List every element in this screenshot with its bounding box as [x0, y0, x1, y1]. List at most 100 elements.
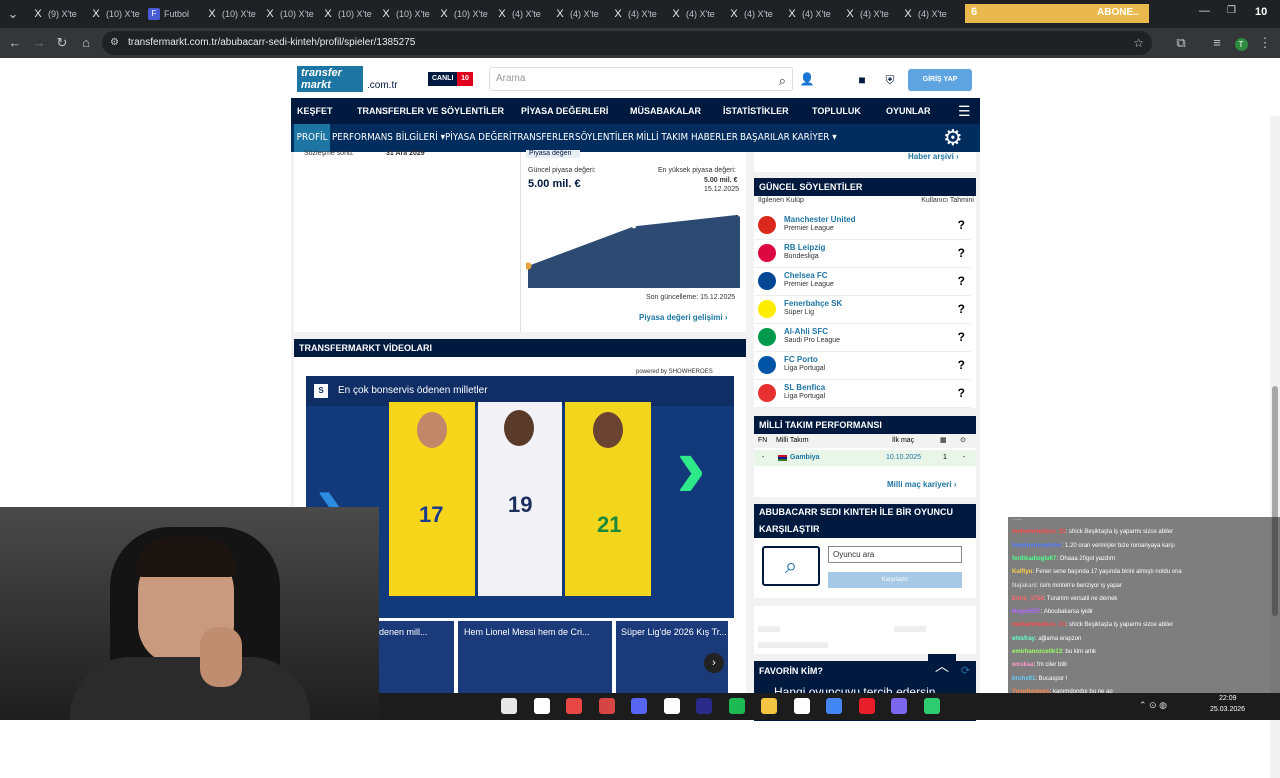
back-icon[interactable]: ← — [6, 34, 24, 52]
sub-nav-item[interactable]: KARİYER ▾ — [792, 124, 837, 152]
sub-nav-item[interactable]: PİYASA DEĞERİ — [445, 124, 512, 152]
national-career-link[interactable]: Milli maç kariyeri › — [887, 480, 956, 489]
club-name[interactable]: Fenerbahçe SK — [784, 299, 842, 308]
video-thumb[interactable]: Hem Lionel Messi hem de Cri... — [458, 621, 612, 693]
main-nav-item[interactable]: PİYASA DEĞERLERİ — [521, 98, 608, 124]
folder-icon[interactable] — [761, 698, 777, 714]
clock-time[interactable]: 22:09 — [1219, 695, 1237, 702]
record-icon[interactable] — [598, 698, 615, 714]
browser-tab[interactable]: X (10) X'te — [434, 4, 490, 24]
national-team-link[interactable]: Gambiya — [790, 450, 820, 466]
browser-tab[interactable]: X (10) X'te — [318, 4, 374, 24]
url-field[interactable]: ⚙ transfermarkt.com.tr/abubacarr-sedi-ki… — [102, 31, 1152, 55]
news-archive-link[interactable]: Haber arşivi › — [908, 152, 959, 161]
bookmark-star-icon[interactable]: ☆ — [1133, 31, 1144, 55]
app-icon[interactable] — [891, 698, 907, 714]
login-button[interactable]: GİRİŞ YAP — [908, 69, 972, 91]
menu-icon[interactable]: ⋮ — [1256, 34, 1274, 52]
club-name[interactable]: FC Porto — [784, 355, 818, 364]
browser-tab[interactable]: F Futbol — [144, 4, 200, 24]
sub-nav-item[interactable]: SÖYLENTİLER — [575, 124, 634, 152]
browser-tab[interactable]: X (4) X'te — [666, 4, 722, 24]
premiere-icon[interactable] — [696, 698, 712, 714]
site-domain[interactable]: .com.tr — [367, 80, 398, 91]
club-name[interactable]: Al-Ahli SFC — [784, 327, 828, 336]
settings-gear-icon[interactable]: ⚙ — [943, 124, 963, 152]
browser-tab[interactable]: X (10) X'te — [86, 4, 142, 24]
carousel-next-button[interactable]: › — [704, 653, 724, 673]
browser-tab[interactable]: X (9) X'te — [28, 4, 84, 24]
browser-tab[interactable]: X (4) X'te — [898, 4, 954, 24]
video-thumb[interactable]: ödenen mill... — [374, 621, 454, 693]
profile-avatar-icon[interactable]: T — [1232, 34, 1250, 52]
club-name[interactable]: Manchester United — [784, 215, 856, 224]
browser-tab[interactable]: X (4) X'te — [492, 4, 548, 24]
capcut-icon[interactable] — [793, 698, 810, 714]
main-nav-item[interactable]: TRANSFERLER VE SÖYLENTİLER — [357, 98, 504, 124]
sub-nav-item[interactable]: TRANSFERLER — [512, 124, 575, 152]
market-value-history-link[interactable]: Piyasa değeri gelişimi › — [639, 313, 728, 322]
recorder-icon[interactable] — [858, 698, 875, 714]
site-logo[interactable]: transfer markt — [297, 66, 363, 92]
spotify-icon[interactable] — [728, 698, 745, 714]
refresh-icon[interactable]: ⟳ — [961, 664, 970, 677]
scroll-top-button[interactable]: ︿ — [928, 654, 956, 678]
compare-player-input[interactable]: Oyuncu ara — [828, 546, 962, 563]
app-icon[interactable] — [923, 698, 940, 714]
club-name[interactable]: RB Leipzig — [784, 243, 825, 252]
compare-button[interactable]: Karşılaştır — [828, 572, 962, 588]
sub-nav-item[interactable]: PERFORMANS BİLGİLERİ ▾ — [332, 124, 445, 152]
site-info-icon[interactable]: ⚙ — [110, 31, 119, 55]
main-nav-item[interactable]: MÜSABAKALAR — [630, 98, 701, 124]
shield-icon[interactable]: ⛨ — [880, 70, 900, 90]
main-nav-item[interactable]: TOPLULUK — [812, 98, 861, 124]
forward-icon[interactable]: → — [30, 34, 48, 52]
browser-tab[interactable]: X (4) X'te — [840, 4, 896, 24]
main-nav-item[interactable]: OYUNLAR — [886, 98, 931, 124]
sub-nav-item[interactable]: PROFİL — [294, 124, 331, 152]
rumour-club-row[interactable]: FC Porto Liga Portugal? — [754, 352, 971, 380]
club-name[interactable]: SL Benfica — [784, 383, 825, 392]
browser-tab[interactable]: X (4) X'te — [550, 4, 606, 24]
browser-tab[interactable]: X (10) X'te — [376, 4, 432, 24]
rumour-club-row[interactable]: Fenerbahçe SK Süper Lig? — [754, 296, 971, 324]
tab-search-icon[interactable]: ⌄ — [4, 5, 22, 23]
main-nav-item[interactable]: KEŞFET — [297, 98, 333, 124]
sub-nav-item[interactable]: BAŞARILAR — [740, 124, 790, 152]
club-name[interactable]: Chelsea FC — [784, 271, 828, 280]
capcut-icon[interactable] — [533, 698, 550, 714]
sub-nav-item[interactable]: HABERLER — [691, 124, 738, 152]
rumour-club-row[interactable]: Manchester United Premier League? — [754, 212, 971, 240]
user-search-icon[interactable]: 👤 — [797, 69, 817, 89]
minimize-icon[interactable]: — — [1199, 5, 1210, 17]
site-search-input[interactable]: Arama ⌕ — [489, 67, 793, 91]
discord-icon[interactable] — [631, 698, 647, 714]
extensions-icon[interactable]: ⧉ — [1172, 34, 1190, 52]
home-icon[interactable]: ⌂ — [77, 34, 95, 52]
live-button[interactable]: CANLI 10 — [428, 72, 473, 86]
market-value-point[interactable] — [738, 212, 742, 217]
rumour-club-row[interactable]: Chelsea FC Premier League? — [754, 268, 971, 296]
rumour-club-row[interactable]: RB Leipzig Bundesliga? — [754, 240, 971, 268]
restore-icon[interactable]: ❐ — [1227, 5, 1236, 16]
watchlist-icon[interactable]: ■ — [852, 70, 872, 90]
rumour-club-row[interactable]: Al-Ahli SFC Saudi Pro League? — [754, 324, 971, 352]
hamburger-icon[interactable]: ☰ — [958, 103, 971, 120]
media-icon[interactable]: ≡ — [1208, 34, 1226, 52]
obs-icon[interactable] — [566, 698, 582, 714]
clock-date[interactable]: 25.03.2026 — [1210, 706, 1245, 713]
market-value-point[interactable] — [632, 224, 636, 229]
chrome-icon[interactable] — [826, 698, 842, 714]
browser-tab[interactable]: X (4) X'te — [608, 4, 664, 24]
main-nav-item[interactable]: İSTATİSTİKLER — [723, 98, 789, 124]
reload-icon[interactable]: ↻ — [53, 34, 71, 52]
browser-tab[interactable]: X (4) X'te — [724, 4, 780, 24]
chrome-icon[interactable] — [501, 698, 517, 714]
rumour-club-row[interactable]: SL Benfica Liga Portugal? — [754, 380, 971, 408]
browser-tab[interactable]: X (10) X'te — [260, 4, 316, 24]
sub-nav-item[interactable]: MİLLİ TAKIM — [636, 124, 688, 152]
search-icon[interactable]: ⌕ — [779, 70, 786, 92]
browser-tab[interactable]: X (10) X'te — [202, 4, 258, 24]
browser-tab[interactable]: X (4) X'te — [782, 4, 838, 24]
capcut-icon[interactable] — [663, 698, 680, 714]
